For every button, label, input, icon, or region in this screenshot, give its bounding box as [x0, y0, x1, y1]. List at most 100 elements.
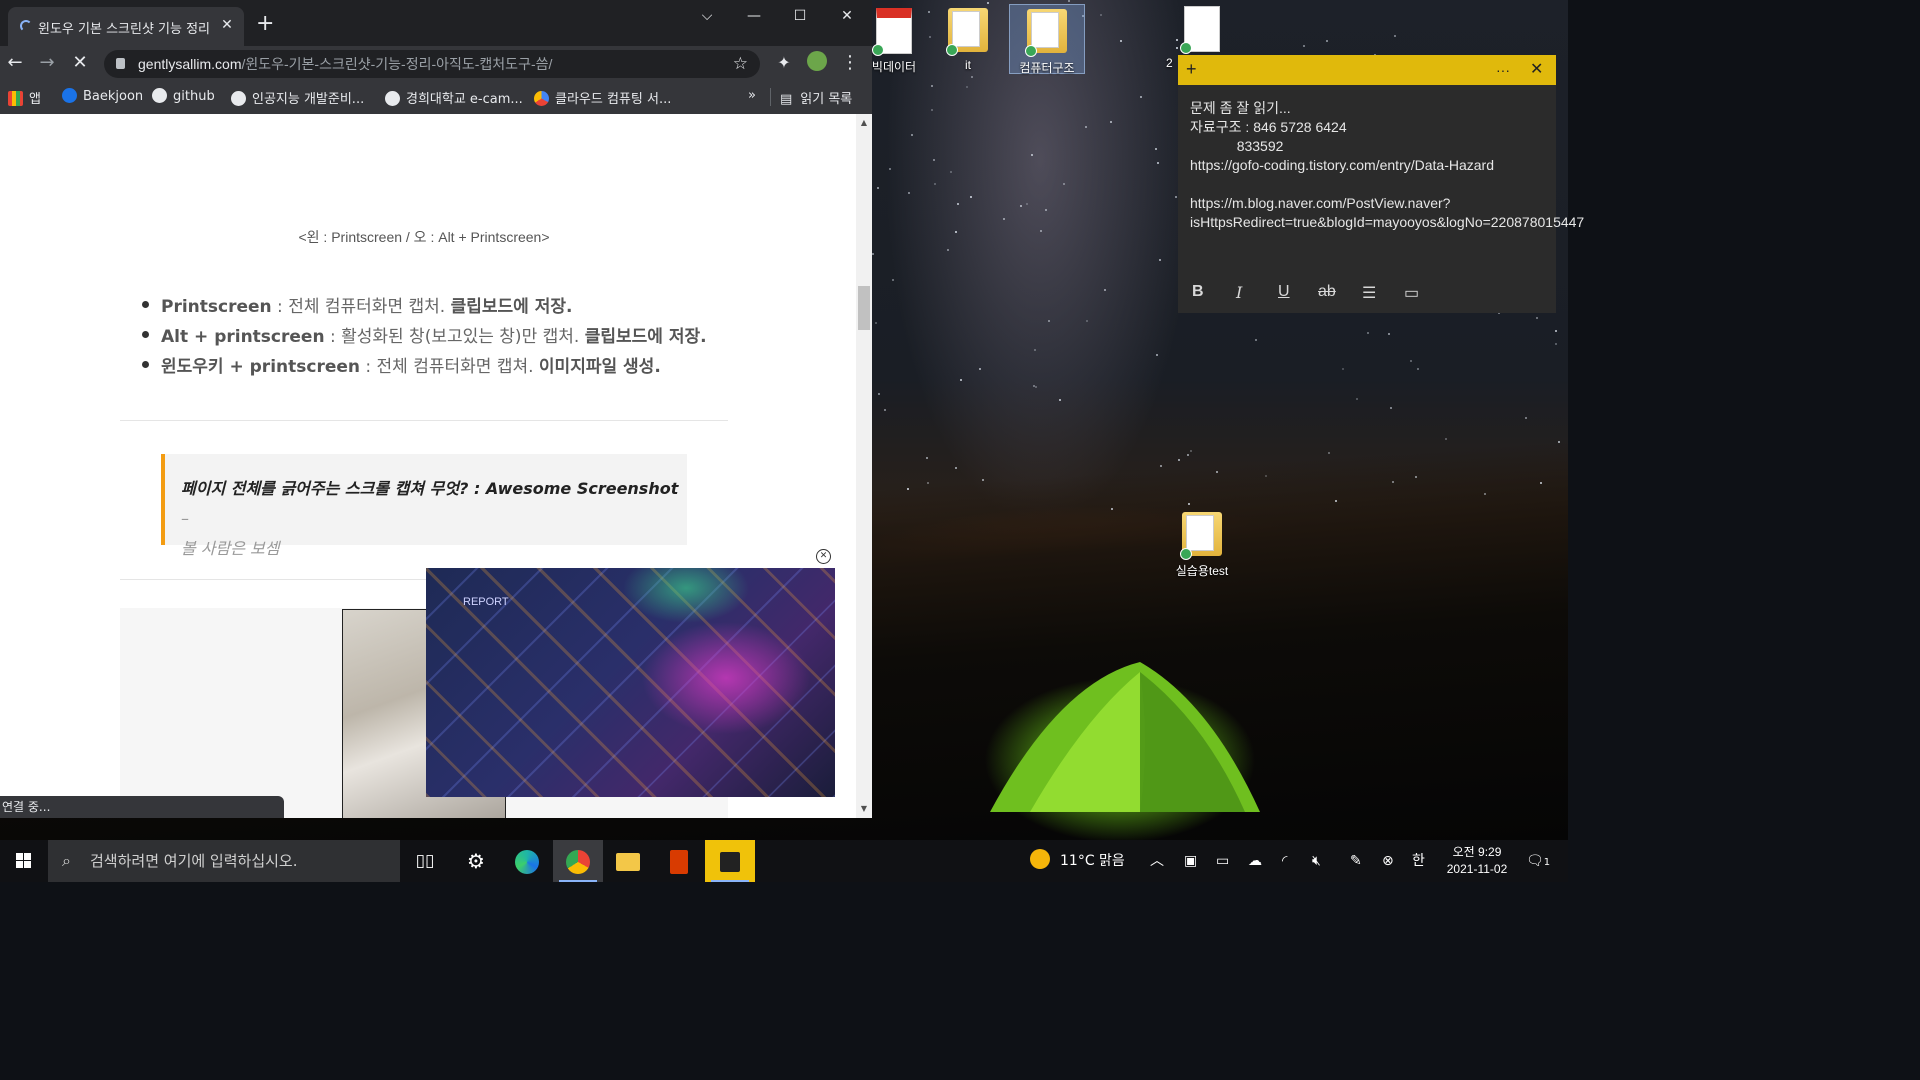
- windows-logo-icon: [16, 853, 31, 868]
- star-dot: [1100, 14, 1103, 17]
- maximize-button[interactable]: ☐: [777, 0, 823, 32]
- extensions-puzzle-icon[interactable]: ✦: [772, 51, 796, 75]
- star-dot: [1034, 349, 1037, 352]
- star-dot: [1058, 398, 1061, 401]
- quote-title-link[interactable]: 페이지 전체를 긁어주는 스크롤 캡쳐 무엇? : Awesome Screen…: [181, 479, 678, 498]
- show-hidden-icons-chevron-icon[interactable]: ︿: [1150, 840, 1164, 882]
- star-dot: [1048, 319, 1051, 322]
- bookmark-khu-ecampus[interactable]: 경희대학교 e-cam...: [385, 88, 523, 107]
- ad-close-icon[interactable]: ✕: [816, 549, 831, 564]
- bullet-list-icon[interactable]: ☰: [1362, 283, 1376, 303]
- star-dot: [932, 158, 935, 161]
- bold-icon[interactable]: B: [1192, 283, 1204, 301]
- star-dot: [1334, 499, 1337, 502]
- sticky-note-window[interactable]: + ··· ✕ 문제 좀 잘 읽기... 자료구조 : 846 5728 642…: [1178, 55, 1584, 313]
- more-options-icon[interactable]: ···: [1496, 62, 1510, 78]
- volume-muted-icon[interactable]: 🔇︎: [1312, 840, 1321, 882]
- underline-icon[interactable]: U: [1278, 283, 1290, 301]
- scroll-up-arrow-icon[interactable]: ▲: [856, 118, 872, 127]
- stop-loading-button[interactable]: ✕: [68, 51, 92, 75]
- start-button[interactable]: [0, 840, 48, 882]
- bookmark-cloud-computing[interactable]: 클라우드 컴퓨팅 서...: [534, 88, 671, 107]
- chrome-browser-icon[interactable]: [553, 840, 603, 882]
- file-explorer-icon[interactable]: [603, 840, 653, 882]
- onedrive-cloud-icon[interactable]: ☁: [1248, 840, 1262, 882]
- network-wifi-icon[interactable]: ◜: [1282, 840, 1287, 882]
- notifications-icon[interactable]: 🗨︎1: [1526, 840, 1550, 882]
- desktop-icon-it[interactable]: it: [930, 8, 1006, 72]
- star-dot: [1415, 475, 1418, 478]
- battery-icon[interactable]: ▭: [1216, 840, 1229, 882]
- profile-avatar[interactable]: [805, 51, 829, 75]
- star-dot: [1026, 202, 1029, 205]
- sticky-format-toolbar: B I U ab ☰ ▭: [1178, 279, 1556, 309]
- address-bar[interactable]: gentlysallim.com/윈도우-기본-스크린샷-기능-정리-아직도-캡…: [104, 50, 760, 78]
- tab-search-dropdown-icon[interactable]: ⌵: [684, 0, 730, 32]
- bookmark-github[interactable]: github: [152, 88, 215, 104]
- strikethrough-icon[interactable]: ab: [1318, 283, 1336, 301]
- weather-widget[interactable]: 11°C 맑음: [1030, 840, 1125, 882]
- sticky-note-titlebar[interactable]: + ··· ✕: [1178, 55, 1556, 85]
- close-note-icon[interactable]: ✕: [1530, 59, 1543, 79]
- tab-close-icon[interactable]: ✕: [218, 16, 236, 34]
- google-cloud-icon: [534, 91, 549, 106]
- task-view-icon[interactable]: ▯▯: [400, 840, 450, 882]
- more-menu-icon[interactable]: ⋮: [838, 51, 862, 75]
- star-dot: [930, 84, 933, 87]
- error-circle-icon[interactable]: ⊗: [1382, 840, 1394, 882]
- star-dot: [1159, 464, 1162, 467]
- scroll-down-arrow-icon[interactable]: ▼: [856, 804, 872, 813]
- close-window-button[interactable]: ✕: [824, 0, 870, 32]
- quote-subtitle: 볼 사람은 보셈: [181, 539, 280, 558]
- italic-icon[interactable]: I: [1236, 283, 1242, 302]
- bookmark-baekjoon[interactable]: Baekjoon: [62, 88, 143, 104]
- office-icon[interactable]: [654, 840, 704, 882]
- video-ad-overlay[interactable]: REPORT: [426, 568, 835, 797]
- settings-gear-icon[interactable]: ⚙: [451, 840, 501, 882]
- minimize-button[interactable]: —: [731, 0, 777, 32]
- taskbar-search-box[interactable]: ⌕ 검색하려면 여기에 입력하십시오.: [48, 840, 400, 882]
- new-tab-button[interactable]: +: [256, 13, 274, 35]
- insert-image-icon[interactable]: ▭: [1404, 283, 1419, 303]
- word-document-icon: [1180, 6, 1222, 54]
- star-dot: [1394, 34, 1397, 37]
- star-dot: [947, 248, 950, 251]
- add-note-icon[interactable]: +: [1186, 59, 1197, 80]
- ime-language-indicator[interactable]: 한: [1412, 840, 1425, 882]
- back-button[interactable]: ←: [3, 51, 27, 75]
- shortcut-list: Printscreen : 전체 컴퓨터화면 캡처. 클립보드에 저장. Alt…: [140, 292, 707, 382]
- bookmark-apps[interactable]: 앱: [8, 88, 41, 107]
- star-dot: [1389, 406, 1392, 409]
- sticky-notes-icon[interactable]: [705, 840, 755, 882]
- desktop-icon-computer-architecture[interactable]: 컴퓨터구조: [1009, 4, 1085, 75]
- browser-tab-active[interactable]: 윈도우 기본 스크린샷 기능 정리 ✕: [8, 7, 244, 46]
- taskbar-clock[interactable]: 오전 9:29 2021-11-02: [1440, 844, 1514, 878]
- star-dot: [1186, 453, 1189, 456]
- star-dot: [966, 85, 969, 88]
- bookmarks-bar: 앱 Baekjoon github 인공지능 개발준비... 경희대학교 e-c…: [0, 80, 872, 114]
- page-content[interactable]: <왼 : Printscreen / 오 : Alt + Printscreen…: [0, 114, 856, 818]
- page-scrollbar[interactable]: ▲ ▼: [856, 114, 872, 818]
- image-caption: <왼 : Printscreen / 오 : Alt + Printscreen…: [298, 229, 550, 245]
- bookmark-star-icon[interactable]: ☆: [733, 50, 748, 78]
- star-dot: [1558, 441, 1561, 444]
- star-dot: [959, 378, 962, 381]
- star-dot: [1044, 209, 1047, 212]
- bookmarks-overflow-button[interactable]: »: [748, 88, 756, 103]
- bookmark-label: 클라우드 컴퓨팅 서...: [555, 92, 672, 107]
- meet-now-icon[interactable]: ▣: [1184, 840, 1197, 882]
- star-dot: [957, 202, 960, 205]
- forward-button[interactable]: →: [35, 51, 59, 75]
- pen-icon[interactable]: ✎: [1350, 840, 1362, 882]
- ad-report-link[interactable]: REPORT: [463, 596, 509, 608]
- reading-list-button[interactable]: ▤ 읽기 목록: [780, 88, 852, 107]
- edge-browser-icon[interactable]: [502, 840, 552, 882]
- related-post-quote[interactable]: 페이지 전체를 긁어주는 스크롤 캡쳐 무엇? : Awesome Screen…: [161, 454, 687, 558]
- desktop-icon-practice-test[interactable]: 실습용test: [1164, 512, 1240, 579]
- sticky-note-text[interactable]: 문제 좀 잘 읽기... 자료구조 : 846 5728 6424 833592…: [1178, 85, 1584, 232]
- scrollbar-thumb[interactable]: [858, 286, 870, 330]
- bookmark-ai-dev[interactable]: 인공지능 개발준비...: [231, 88, 364, 107]
- folder-icon: [1025, 9, 1067, 57]
- star-dot: [872, 253, 875, 256]
- star-dot: [1342, 367, 1345, 370]
